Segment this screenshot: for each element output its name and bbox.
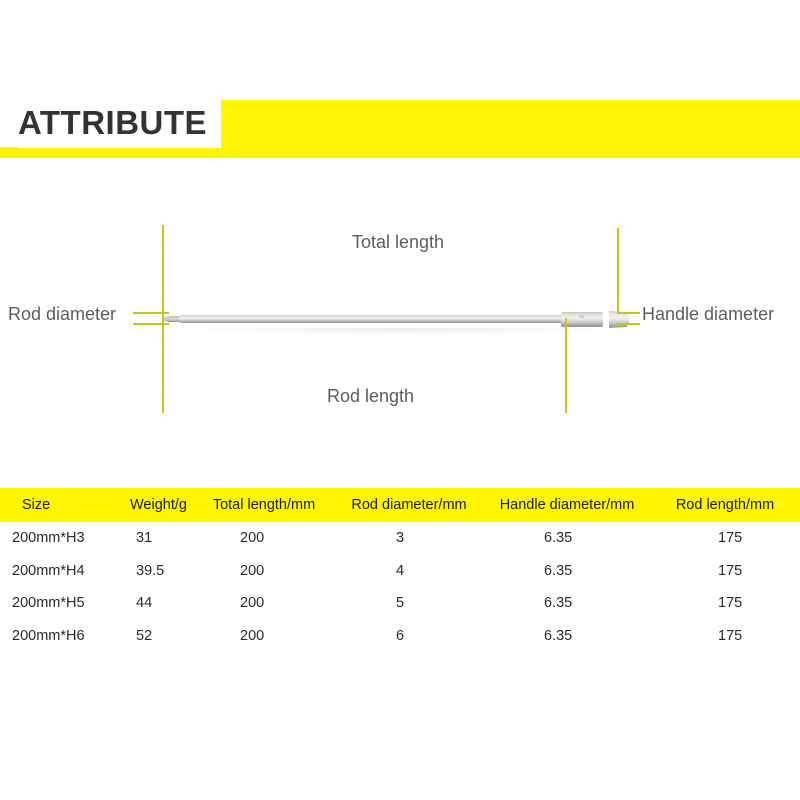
label-rod-diameter: Rod diameter <box>8 304 119 325</box>
screwdriver-bit-image: S2 <box>163 308 629 335</box>
callout-line-left-vertical <box>162 225 164 413</box>
cell-rod-diameter: 3 <box>396 530 405 547</box>
cell-weight: 52 <box>136 627 153 644</box>
cell-rod-diameter: 4 <box>396 562 405 579</box>
cell-rod-length: 175 <box>718 595 743 612</box>
label-handle-diameter: Handle diameter <box>640 304 777 325</box>
table-body: 200mm*H3 31 200 3 6.35 175 200mm*H4 39.5… <box>0 522 800 652</box>
column-header-rod-length: Rod length/mm <box>675 497 775 513</box>
header-yellow-block <box>205 100 800 147</box>
cell-handle-diameter: 6.35 <box>544 627 573 644</box>
column-header-handle-diameter: Handle diameter/mm <box>499 497 635 513</box>
table-row: 200mm*H6 52 200 6 6.35 175 <box>0 620 800 653</box>
table-row: 200mm*H4 39.5 200 4 6.35 175 <box>0 555 800 588</box>
header-yellow-strip <box>0 147 800 158</box>
callout-line-rod-diameter-bottom <box>133 323 169 325</box>
cell-handle-diameter: 6.35 <box>544 595 573 612</box>
cell-weight: 39.5 <box>136 562 165 579</box>
column-header-weight: Weight/g <box>130 497 187 513</box>
product-attribute-page: ATTRIBUTE S2 Total length Rod length Rod… <box>0 0 800 800</box>
column-header-total-length: Total length/mm <box>212 497 316 513</box>
label-total-length: Total length <box>352 232 445 252</box>
column-header-size: Size <box>22 497 51 513</box>
table-header: Size Weight/g Total length/mm Rod diamet… <box>0 488 800 522</box>
column-header-rod-diameter: Rod diameter/mm <box>351 497 467 513</box>
section-header-banner: ATTRIBUTE <box>0 98 800 158</box>
cell-size: 200mm*H4 <box>12 562 85 579</box>
cell-total-length: 200 <box>240 562 265 579</box>
table-row: 200mm*H3 31 200 3 6.35 175 <box>0 522 800 555</box>
cell-rod-length: 175 <box>718 562 743 579</box>
cell-size: 200mm*H3 <box>12 530 85 547</box>
callout-line-rod-diameter-top <box>133 312 169 314</box>
cell-rod-diameter: 6 <box>396 627 405 644</box>
cell-rod-diameter: 5 <box>396 595 405 612</box>
product-dimension-diagram: S2 Total length Rod length Rod diameter … <box>0 190 800 460</box>
cell-handle-diameter: 6.35 <box>544 562 573 579</box>
cell-total-length: 200 <box>240 530 265 547</box>
callout-line-mid-vertical <box>565 318 567 413</box>
cell-weight: 44 <box>136 595 153 612</box>
bit-marking-text: S2 <box>579 315 585 319</box>
bit-shadow <box>181 328 621 335</box>
table-header-row: Size Weight/g Total length/mm Rod diamet… <box>0 488 800 522</box>
cell-size: 200mm*H5 <box>12 595 85 612</box>
cell-total-length: 200 <box>240 627 265 644</box>
cell-handle-diameter: 6.35 <box>544 530 573 547</box>
cell-size: 200mm*H6 <box>12 627 85 644</box>
label-rod-length: Rod length <box>327 386 415 406</box>
cell-weight: 31 <box>136 530 153 547</box>
specification-table: Size Weight/g Total length/mm Rod diamet… <box>0 488 800 652</box>
callout-line-right-vertical <box>617 228 619 313</box>
cell-rod-length: 175 <box>718 530 743 547</box>
bit-shaft <box>179 315 567 323</box>
table-row: 200mm*H5 44 200 5 6.35 175 <box>0 587 800 620</box>
cell-total-length: 200 <box>240 595 265 612</box>
page-title: ATTRIBUTE <box>18 98 222 148</box>
cell-rod-length: 175 <box>718 627 743 644</box>
